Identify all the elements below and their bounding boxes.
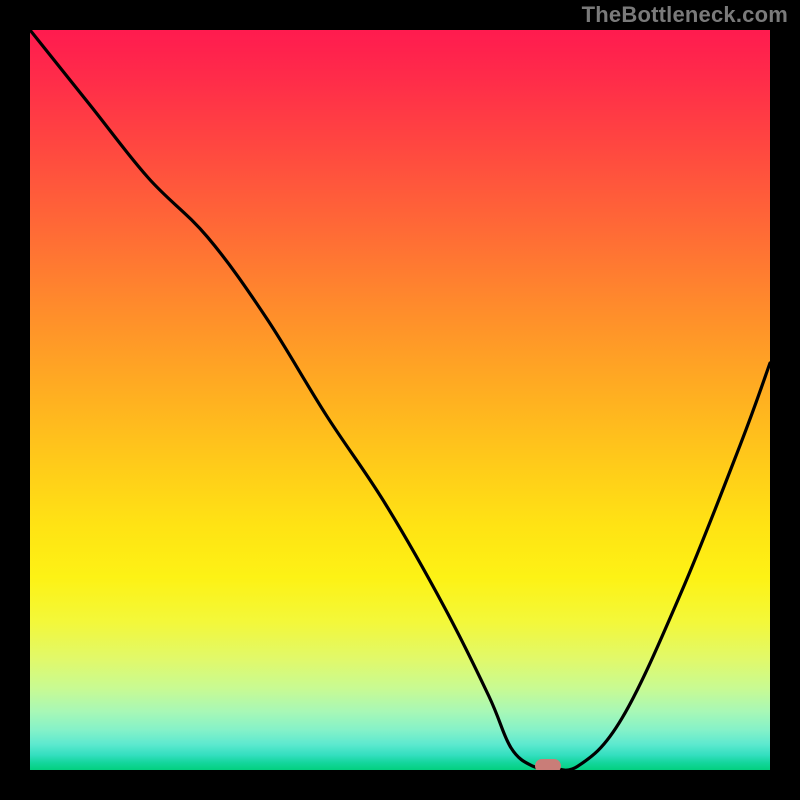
optimal-marker [535, 759, 561, 770]
watermark-text: TheBottleneck.com [582, 2, 788, 28]
curve-path [30, 30, 770, 770]
chart-frame: TheBottleneck.com [0, 0, 800, 800]
bottleneck-curve [30, 30, 770, 770]
plot-area [30, 30, 770, 770]
